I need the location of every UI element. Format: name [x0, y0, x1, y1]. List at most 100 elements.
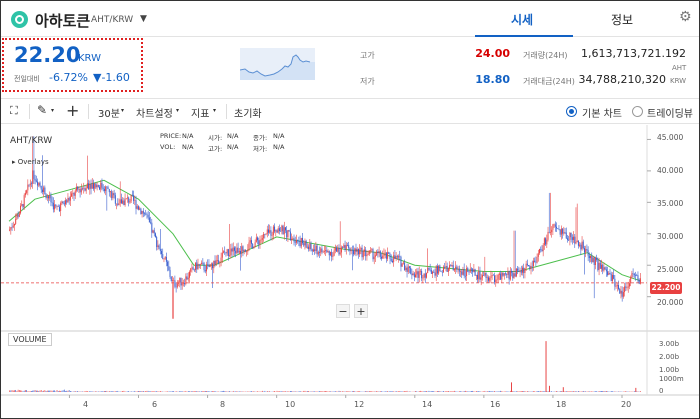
y-tick-label: 30.000 [657, 232, 684, 241]
crosshair-icon[interactable]: + [66, 101, 79, 120]
candle-body [494, 275, 496, 283]
candle-body [305, 240, 307, 248]
candle-body [40, 185, 42, 190]
candle-body [427, 267, 429, 274]
candle-body [27, 184, 29, 191]
interval-dropdown[interactable]: 30분 [98, 105, 120, 120]
candle-body [277, 228, 279, 233]
volume-tick-label: 1000m [659, 375, 684, 383]
chart-toolbar: ⛶ ✎ ▾ + 30분 ▾ 차트설정 ▾ 지표 ▾ 초기화 기본 차트 트레이딩… [1, 98, 699, 124]
candle-body [464, 275, 466, 277]
candle-body [190, 268, 192, 272]
candle-body [534, 260, 536, 262]
current-price-box: 22.20 KRW 전일대비 -6.72% ▼-1.60 [2, 38, 143, 92]
candle-body [114, 195, 116, 204]
candle-body [41, 189, 43, 193]
candle-body [157, 245, 159, 248]
candle-body [372, 249, 374, 260]
mini-price-chart [240, 48, 315, 80]
candle-body [502, 272, 504, 276]
candle-body [319, 252, 321, 253]
chart-settings-dropdown[interactable]: 차트설정 [136, 105, 173, 120]
candle-body [378, 251, 380, 254]
pencil-icon[interactable]: ✎ [37, 103, 47, 117]
candle-body [192, 267, 194, 270]
fullscreen-icon[interactable]: ⛶ [10, 104, 18, 118]
candle-body [501, 272, 503, 280]
basic-chart-label[interactable]: 기본 차트 [582, 105, 622, 120]
candle-body [293, 238, 295, 242]
candle-body [297, 240, 299, 242]
candle-body [614, 278, 616, 287]
candle-body [221, 252, 223, 258]
candle-body [220, 257, 222, 263]
candlestick-chart[interactable] [1, 125, 699, 418]
high-label: 고가 [360, 51, 375, 60]
candle-body [588, 255, 590, 259]
coin-name[interactable]: 아하토큰 [35, 10, 90, 31]
price-unit: KRW [78, 53, 101, 64]
candle-body [609, 272, 611, 274]
candle-body [566, 238, 568, 240]
gear-icon[interactable]: ⚙ [679, 9, 692, 25]
indicators-dropdown[interactable]: 지표 [191, 105, 209, 120]
tab-market[interactable]: 시세 [511, 11, 533, 28]
candle-body [463, 269, 465, 276]
candle-body [39, 182, 41, 186]
x-tick-label: 20 [621, 400, 632, 409]
candle-body [536, 256, 538, 263]
candle-body [195, 262, 197, 271]
candle-body [44, 187, 46, 195]
basic-chart-radio[interactable] [566, 106, 577, 117]
candle-body [86, 183, 88, 189]
candle-body [610, 273, 612, 281]
volume-tick-label: 2.00b [659, 353, 680, 361]
chevron-down-icon[interactable]: ▾ [51, 107, 54, 114]
overlays-toggle[interactable]: ▸ Overlays [12, 158, 49, 166]
candle-body [455, 266, 457, 269]
candle-body [323, 251, 325, 252]
candle-body [384, 252, 386, 254]
candle-body [196, 262, 198, 270]
overlays-label: Overlays [17, 158, 49, 166]
candle-body [216, 260, 218, 261]
candle-body [61, 201, 63, 204]
candle-body [512, 272, 514, 278]
chevron-down-icon[interactable]: ▼ [140, 14, 147, 24]
candle-body [148, 217, 150, 223]
candle-body [144, 213, 146, 215]
tab-info[interactable]: 정보 [611, 11, 633, 28]
candle-body [237, 247, 239, 253]
candle-body [490, 276, 492, 278]
candle-body [309, 243, 311, 250]
candle-body [310, 243, 312, 250]
y-tick-label: 35.000 [657, 199, 684, 208]
candle-body [603, 267, 605, 271]
candle-body [587, 250, 589, 256]
candle-body [241, 246, 243, 254]
reset-button[interactable]: 초기화 [234, 105, 262, 120]
candle-body [486, 277, 488, 279]
candle-body [141, 211, 143, 215]
toolbar-divider [29, 104, 30, 119]
zoom-out-button[interactable]: − [336, 304, 350, 318]
candle-body [326, 250, 328, 253]
candle-body [322, 251, 324, 253]
amount-24h-value: 34,788,210,320 [578, 73, 666, 86]
candle-body [263, 233, 265, 239]
candle-body [547, 231, 549, 240]
candle-body [213, 260, 215, 269]
candle-body [169, 270, 171, 277]
zoom-in-button[interactable]: + [354, 304, 368, 318]
candle-body [46, 196, 48, 199]
candle-body [524, 267, 526, 274]
candle-body [367, 253, 369, 255]
candle-body [244, 250, 246, 252]
candle-body [483, 275, 485, 276]
trading-view-radio[interactable] [632, 106, 643, 117]
y-tick-label: 40.000 [657, 166, 684, 175]
candle-body [451, 265, 453, 267]
price-chart-area[interactable]: AHT/KRW ▸ Overlays PRICE: N/A 시가: N/A 종가… [1, 125, 699, 418]
trading-view-label[interactable]: 트레이딩뷰 [647, 105, 693, 120]
candle-body [261, 238, 263, 240]
